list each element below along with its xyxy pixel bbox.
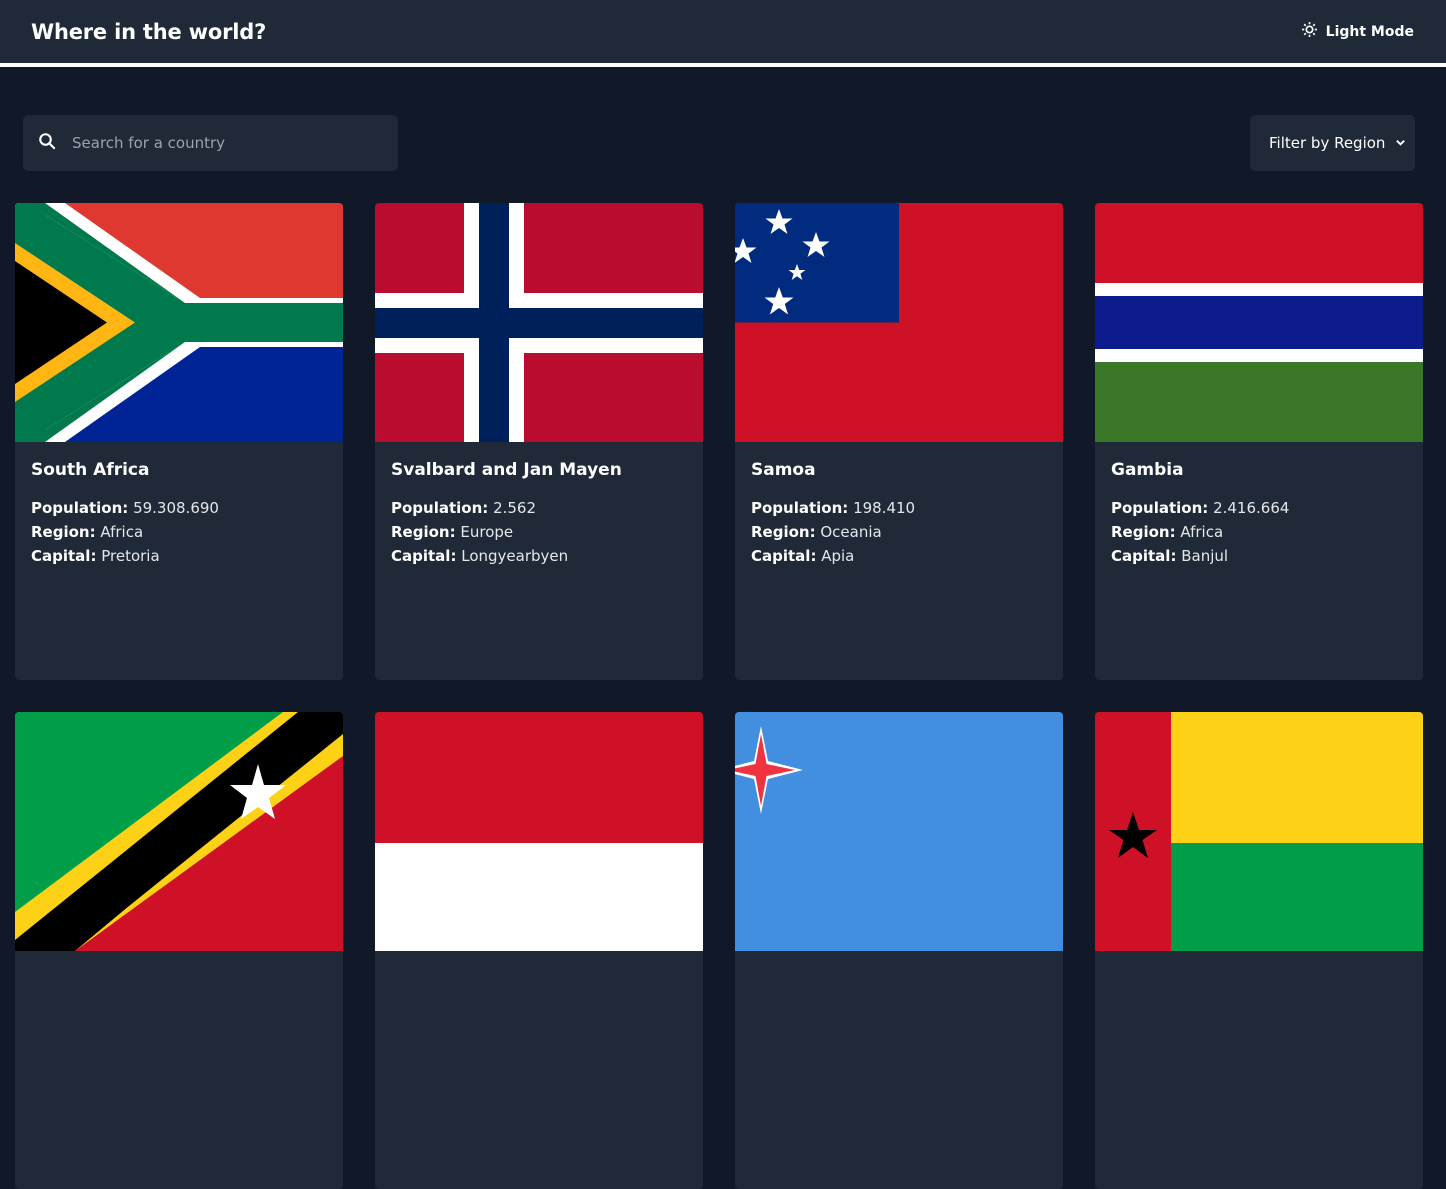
capital-label: Capital: xyxy=(391,547,457,565)
capital-label: Capital: xyxy=(31,547,97,565)
region-value: Europe xyxy=(460,523,514,541)
region-label: Region: xyxy=(751,523,816,541)
theme-toggle-button[interactable]: Light Mode xyxy=(1301,21,1414,42)
region-filter-label: Filter by Region xyxy=(1269,134,1386,152)
app-title: Where in the world? xyxy=(31,19,267,44)
flag-south-africa-image xyxy=(15,203,343,442)
capital-value: Pretoria xyxy=(101,547,160,565)
population-label: Population: xyxy=(751,499,849,517)
population-label: Population: xyxy=(1111,499,1209,517)
country-card[interactable] xyxy=(1095,712,1423,1189)
country-card[interactable] xyxy=(375,712,703,1189)
app-header: Where in the world? Light Mode xyxy=(0,0,1446,63)
region-label: Region: xyxy=(391,523,456,541)
country-name: Svalbard and Jan Mayen xyxy=(391,460,622,480)
search-icon xyxy=(38,132,56,154)
capital-label: Capital: xyxy=(1111,547,1177,565)
flag-samoa-image xyxy=(735,203,1063,442)
country-card[interactable]: Svalbard and Jan Mayen Population: 2.562… xyxy=(375,203,703,680)
region-value: Africa xyxy=(1180,523,1224,541)
region-filter-select[interactable]: Filter by Region xyxy=(1250,115,1415,171)
flag-aruba-image xyxy=(735,712,1063,951)
search-input[interactable] xyxy=(72,134,362,152)
flag-saint-kitts-image xyxy=(15,712,343,951)
country-card[interactable]: Samoa Population: 198.410 Region: Oceani… xyxy=(735,203,1063,680)
capital-value: Banjul xyxy=(1181,547,1229,565)
region-label: Region: xyxy=(1111,523,1176,541)
sun-icon xyxy=(1301,21,1318,42)
population-label: Population: xyxy=(31,499,129,517)
population-label: Population: xyxy=(391,499,489,517)
capital-label: Capital: xyxy=(751,547,817,565)
population-value: 198.410 xyxy=(853,499,916,517)
population-value: 2.562 xyxy=(493,499,537,517)
flag-guinea-bissau-image xyxy=(1095,712,1423,951)
country-card[interactable] xyxy=(735,712,1063,1189)
region-value: Oceania xyxy=(820,523,882,541)
country-name: Gambia xyxy=(1111,460,1184,480)
search-box[interactable] xyxy=(23,115,398,171)
country-name: South Africa xyxy=(31,460,150,480)
capital-value: Apia xyxy=(821,547,855,565)
theme-toggle-label: Light Mode xyxy=(1325,23,1414,40)
flag-svalbard-image xyxy=(375,203,703,442)
chevron-down-icon xyxy=(1395,134,1406,152)
region-label: Region: xyxy=(31,523,96,541)
flag-indonesia-image xyxy=(375,712,703,951)
region-value: Africa xyxy=(100,523,144,541)
capital-value: Longyearbyen xyxy=(461,547,569,565)
population-value: 59.308.690 xyxy=(133,499,219,517)
country-name: Samoa xyxy=(751,460,816,480)
country-card[interactable] xyxy=(15,712,343,1189)
country-card[interactable]: Gambia Population: 2.416.664 Region: Afr… xyxy=(1095,203,1423,680)
flag-gambia-image xyxy=(1095,203,1423,442)
header-divider xyxy=(0,63,1446,67)
country-card[interactable]: South Africa Population: 59.308.690 Regi… xyxy=(15,203,343,680)
population-value: 2.416.664 xyxy=(1213,499,1290,517)
